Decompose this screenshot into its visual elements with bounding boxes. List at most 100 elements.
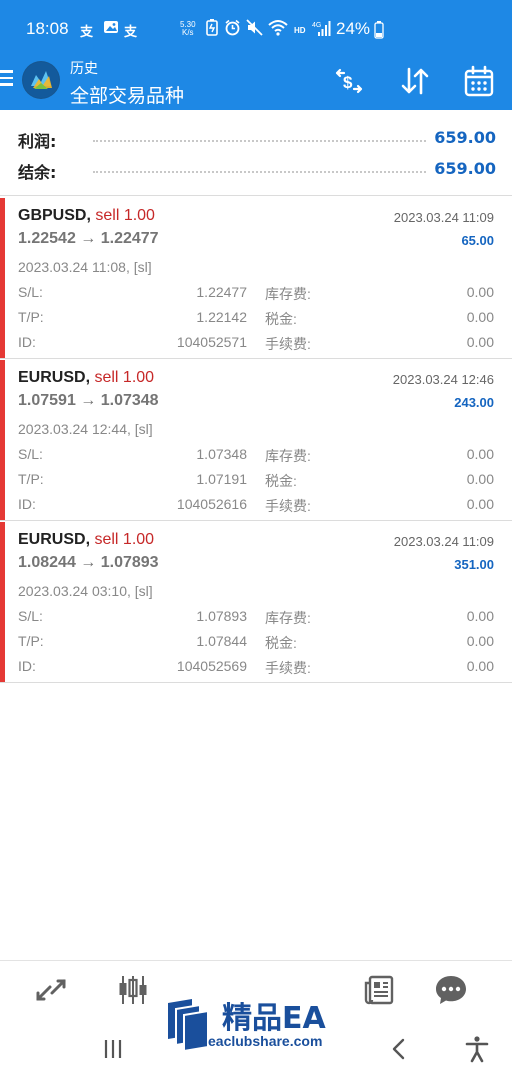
sell-indicator-bar bbox=[0, 198, 5, 358]
news-icon[interactable] bbox=[362, 973, 396, 1007]
accessibility-icon[interactable] bbox=[462, 1034, 492, 1064]
swap-value: 0.00 bbox=[466, 446, 494, 462]
id-label: ID: bbox=[18, 496, 36, 512]
sl-label: S/L: bbox=[18, 446, 43, 462]
trade-open-time: 2023.03.24 12:44, [sl] bbox=[18, 421, 153, 437]
toolbar-subtitle: 历史 bbox=[70, 61, 98, 77]
network-speed: 5.30 K/s bbox=[180, 21, 196, 37]
balance-row: 结余: 659.00 bbox=[18, 159, 496, 182]
trade-prices: 1.07591 → 1.07348 bbox=[18, 392, 159, 409]
hd-voice-label: HD bbox=[294, 26, 306, 35]
battery-percent: 24% bbox=[336, 19, 371, 38]
trade-close-time: 2023.03.24 11:09 bbox=[393, 534, 494, 549]
svg-text:$: $ bbox=[343, 73, 353, 92]
fee-value: 0.00 bbox=[466, 658, 494, 674]
swap-label: 库存费: bbox=[265, 610, 311, 626]
fee-value: 0.00 bbox=[466, 334, 494, 350]
balance-dots bbox=[93, 171, 426, 173]
status-time: 18:08 bbox=[26, 19, 69, 38]
app-toolbar: 历史 全部交易品种 $ bbox=[0, 50, 512, 110]
alarm-icon bbox=[224, 19, 241, 40]
trade-item[interactable]: EURUSD, sell 1.00 2023.03.24 11:09 1.082… bbox=[0, 522, 512, 683]
tax-value: 0.00 bbox=[466, 471, 494, 487]
back-icon[interactable] bbox=[384, 1034, 414, 1064]
fee-label: 手续费: bbox=[265, 498, 311, 514]
gallery-notification-icon bbox=[103, 19, 119, 39]
menu-icon[interactable] bbox=[0, 70, 14, 88]
trade-side: sell 1.00 bbox=[95, 207, 155, 224]
history-summary: 利润: 659.00 结余: 659.00 bbox=[0, 110, 512, 196]
trade-symbol-line: EURUSD, sell 1.00 bbox=[18, 531, 154, 549]
id-label: ID: bbox=[18, 658, 36, 674]
stacked-layers-icon bbox=[162, 995, 214, 1059]
trade-prices: 1.22542 → 1.22477 bbox=[18, 230, 159, 247]
fee-value: 0.00 bbox=[466, 496, 494, 512]
status-bar: 18:08 支 支 5.30 K/s HD 4G 24% bbox=[0, 0, 512, 50]
tax-value: 0.00 bbox=[466, 633, 494, 649]
currency-icon[interactable]: $ bbox=[332, 64, 366, 98]
mute-icon bbox=[246, 19, 264, 40]
balance-value: 659.00 bbox=[434, 159, 496, 178]
quotes-icon[interactable] bbox=[34, 973, 68, 1007]
metatrader-logo bbox=[22, 61, 60, 99]
tp-value: 1.22142 bbox=[196, 309, 247, 325]
alipay-notification-icon: 支 bbox=[80, 25, 94, 40]
profit-value: 659.00 bbox=[434, 128, 496, 147]
trade-symbol: EURUSD, bbox=[18, 369, 91, 386]
id-value: 104052616 bbox=[176, 496, 247, 512]
watermark-logo: 精品EA eaclubshare.com bbox=[156, 975, 356, 1075]
id-label: ID: bbox=[18, 334, 36, 350]
battery-icon bbox=[374, 21, 384, 43]
trade-profit: 65.00 bbox=[461, 233, 494, 248]
tp-label: T/P: bbox=[18, 633, 44, 649]
tax-label: 税金: bbox=[265, 311, 297, 327]
profit-label: 利润: bbox=[18, 132, 57, 151]
watermark-title: 精品EA bbox=[222, 1001, 326, 1036]
trade-item[interactable]: EURUSD, sell 1.00 2023.03.24 12:46 1.075… bbox=[0, 360, 512, 521]
id-value: 104052571 bbox=[176, 334, 247, 350]
battery-saver-icon bbox=[206, 19, 218, 40]
trade-close-time: 2023.03.24 11:09 bbox=[393, 210, 494, 225]
calendar-icon[interactable] bbox=[462, 64, 496, 98]
swap-value: 0.00 bbox=[466, 608, 494, 624]
tp-label: T/P: bbox=[18, 309, 44, 325]
sort-icon[interactable] bbox=[398, 64, 432, 98]
tax-value: 0.00 bbox=[466, 309, 494, 325]
sl-value: 1.07348 bbox=[196, 446, 247, 462]
fee-label: 手续费: bbox=[265, 660, 311, 676]
swap-value: 0.00 bbox=[466, 284, 494, 300]
profit-row: 利润: 659.00 bbox=[18, 128, 496, 151]
network-speed-unit: K/s bbox=[182, 28, 194, 37]
tp-value: 1.07844 bbox=[196, 633, 247, 649]
sl-value: 1.22477 bbox=[196, 284, 247, 300]
alipay-notification-icon-2: 支 bbox=[124, 25, 138, 40]
trade-symbol-line: GBPUSD, sell 1.00 bbox=[18, 207, 155, 225]
trade-side: sell 1.00 bbox=[94, 531, 155, 548]
wifi-icon bbox=[268, 19, 288, 40]
swap-label: 库存费: bbox=[265, 448, 311, 464]
tax-label: 税金: bbox=[265, 635, 297, 651]
sl-label: S/L: bbox=[18, 608, 43, 624]
sell-indicator-bar bbox=[0, 522, 5, 682]
chart-icon[interactable] bbox=[116, 973, 150, 1007]
trade-open-time: 2023.03.24 03:10, [sl] bbox=[18, 583, 153, 599]
trade-item[interactable]: GBPUSD, sell 1.00 2023.03.24 11:09 1.225… bbox=[0, 198, 512, 359]
fee-label: 手续费: bbox=[265, 336, 311, 352]
toolbar-title[interactable]: 全部交易品种 bbox=[70, 81, 184, 108]
tax-label: 税金: bbox=[265, 473, 297, 489]
trade-close-time: 2023.03.24 12:46 bbox=[392, 372, 494, 387]
tp-value: 1.07191 bbox=[196, 471, 247, 487]
swap-label: 库存费: bbox=[265, 286, 311, 302]
trade-prices: 1.08244 → 1.07893 bbox=[18, 554, 159, 571]
tp-label: T/P: bbox=[18, 471, 44, 487]
balance-label: 结余: bbox=[18, 163, 57, 182]
trade-symbol-line: EURUSD, sell 1.00 bbox=[18, 369, 154, 387]
chat-icon[interactable] bbox=[434, 973, 468, 1007]
trade-symbol: EURUSD, bbox=[18, 531, 91, 548]
recent-apps-icon[interactable] bbox=[98, 1034, 128, 1064]
trade-side: sell 1.00 bbox=[94, 369, 155, 386]
profit-dots bbox=[93, 140, 426, 142]
trade-symbol: GBPUSD, bbox=[18, 207, 91, 224]
trade-open-time: 2023.03.24 11:08, [sl] bbox=[18, 259, 152, 275]
sl-value: 1.07893 bbox=[196, 608, 247, 624]
